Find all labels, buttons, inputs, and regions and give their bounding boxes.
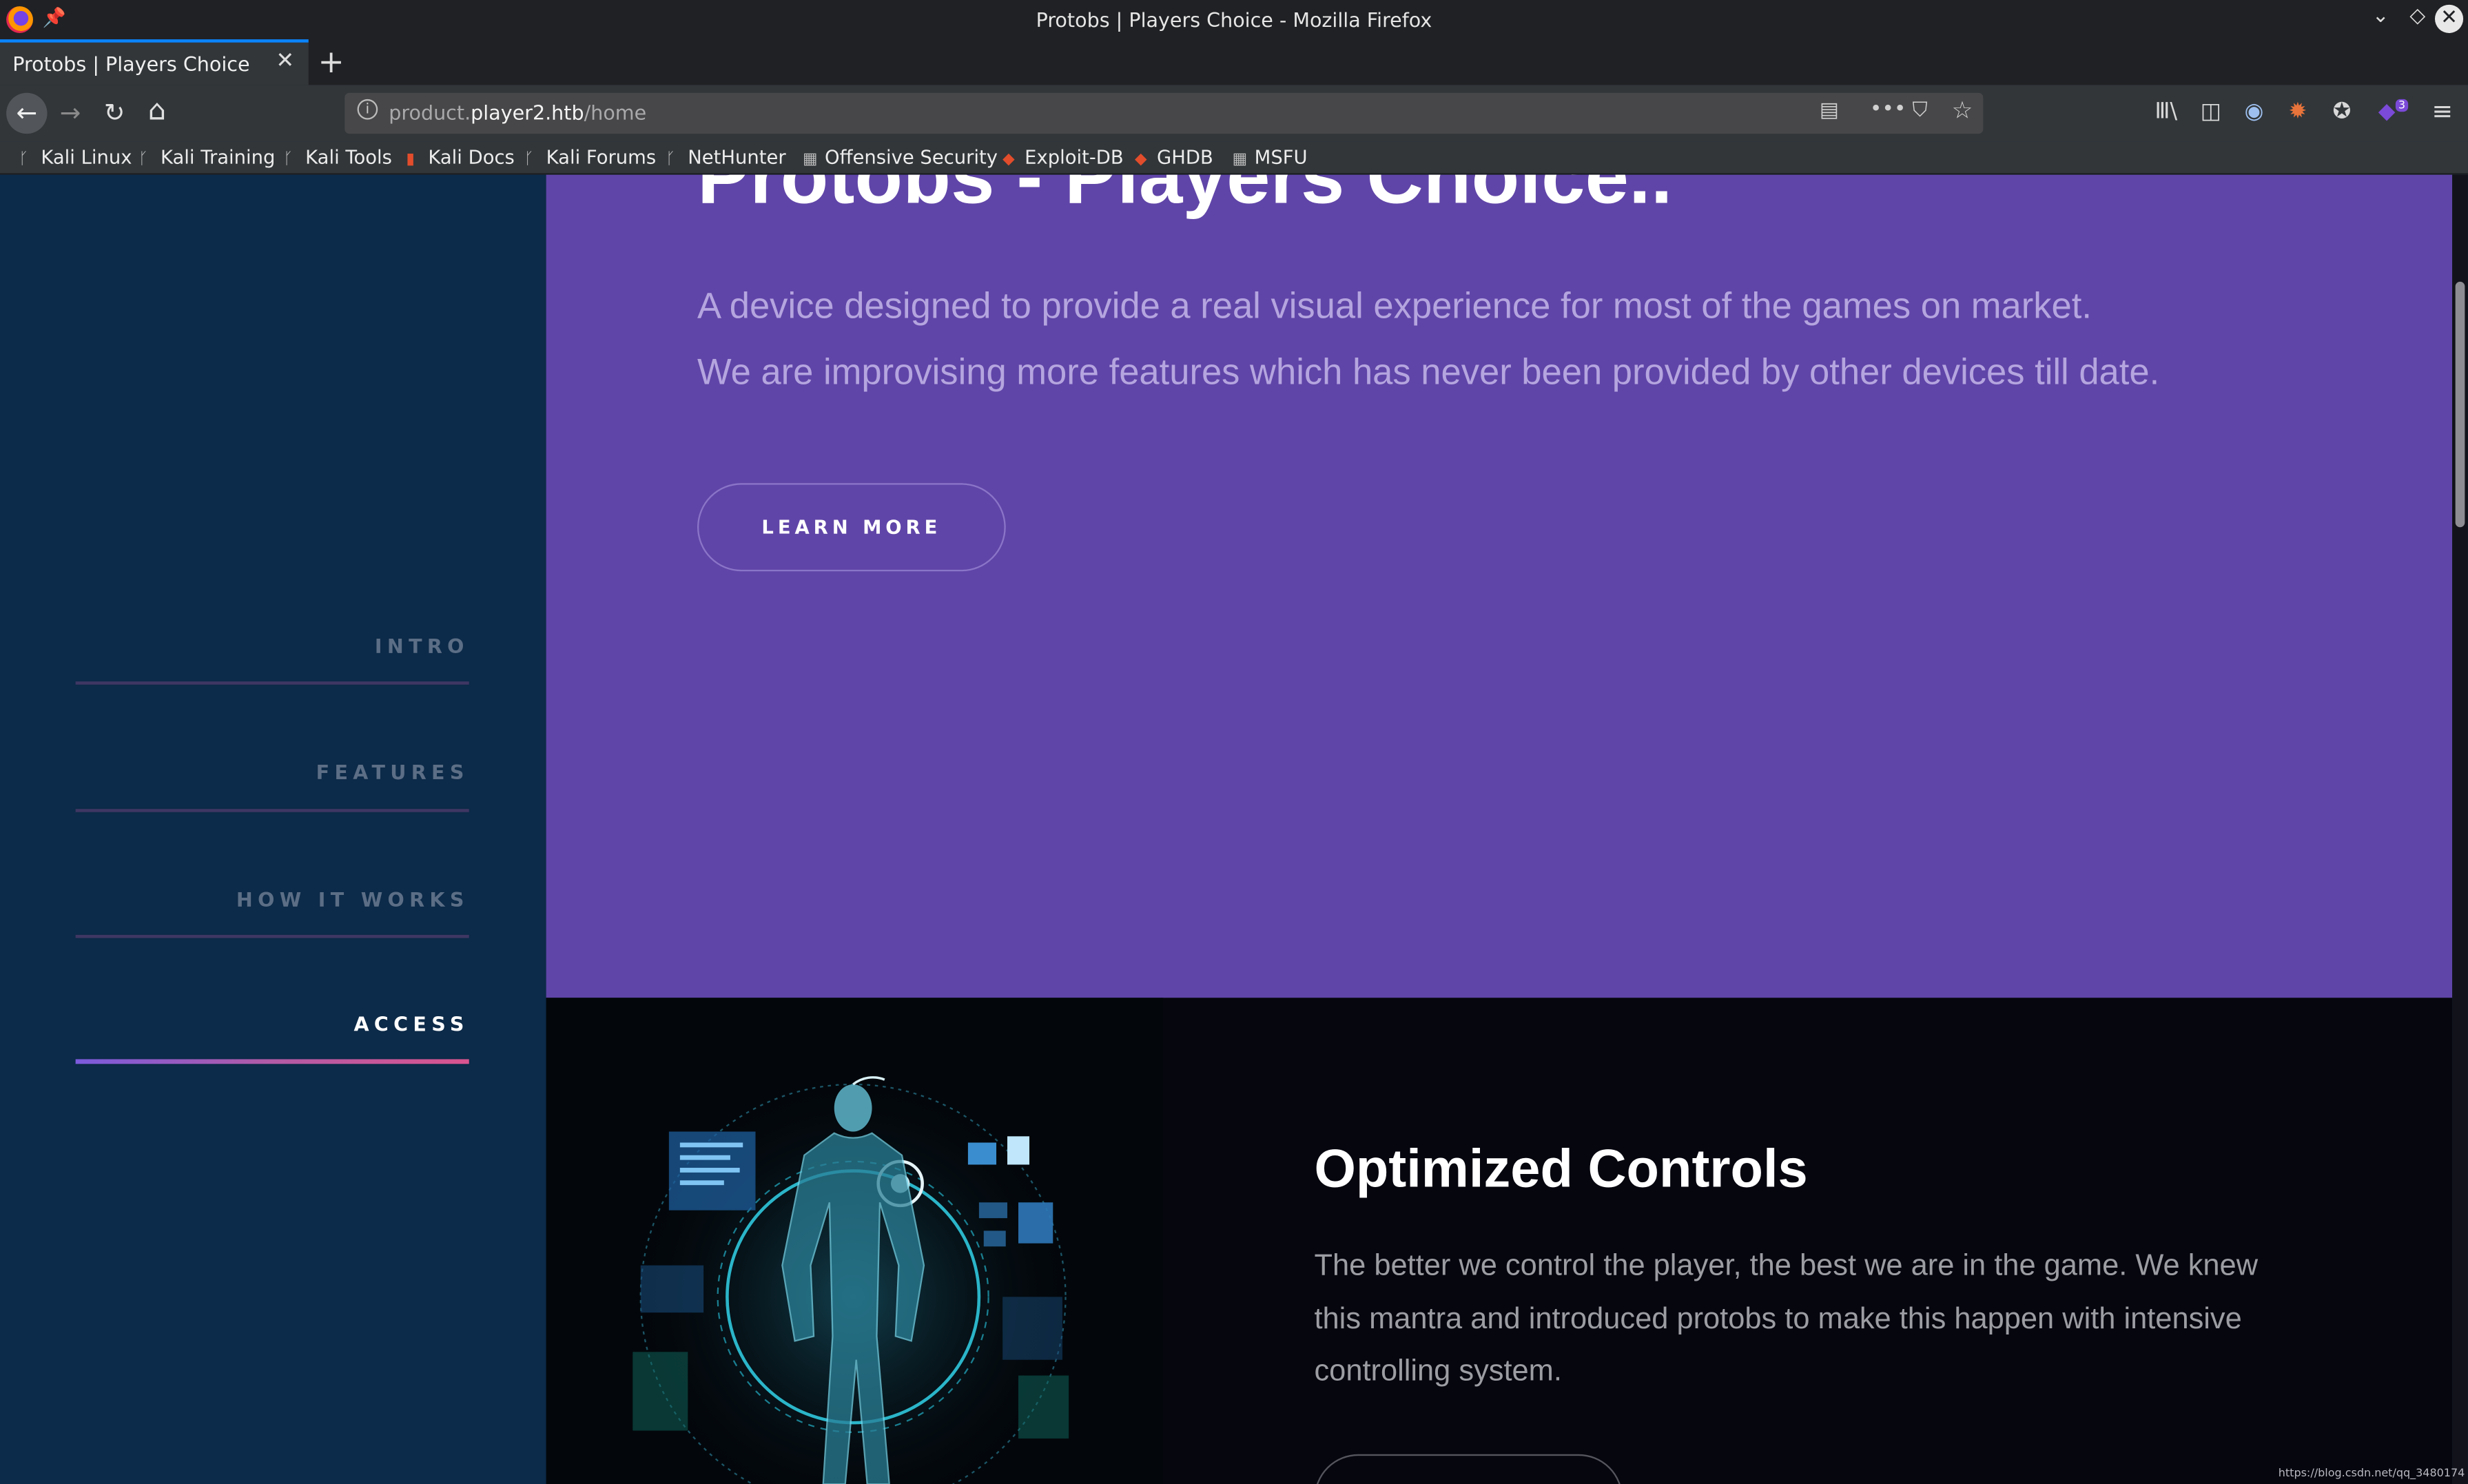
url-text[interactable]: product.player2.htb/home — [389, 101, 646, 124]
dragon-icon: ᚴ — [524, 151, 534, 169]
sidebar-nav: INTRO FEATURES HOW IT WORKS ACCESS — [0, 174, 546, 1484]
sidebar-item-how-it-works[interactable]: HOW IT WORKS — [76, 887, 469, 911]
tab-protobs[interactable]: Protobs | Players Choice ✕ — [0, 39, 309, 85]
sidebar-divider — [75, 809, 469, 812]
hologram-body-image — [546, 998, 1164, 1484]
tab-close-icon[interactable]: ✕ — [276, 49, 294, 74]
tab-label: Protobs | Players Choice — [12, 52, 250, 76]
bookmark-msfu[interactable]: ▦ MSFU — [1233, 146, 1308, 168]
offsec-icon: ▦ — [803, 151, 818, 169]
library-icon[interactable]: Ⅲ\ — [2155, 99, 2177, 125]
page-scrollbar[interactable] — [2452, 174, 2468, 1484]
pocket-icon[interactable]: ⛉ — [1913, 99, 1928, 123]
hero-title: Protobs - Players Choice.. — [697, 174, 1673, 220]
new-tab-button[interactable]: + — [318, 43, 344, 81]
sidebar-divider — [75, 934, 469, 938]
exploitdb-icon: ◆ — [1002, 151, 1015, 169]
forward-button[interactable]: → — [60, 98, 81, 127]
offsec-icon: ▦ — [1232, 151, 1248, 169]
bookmark-kali-training[interactable]: ᚴ Kali Training — [138, 146, 275, 168]
dragon-icon: ᚴ — [666, 151, 676, 169]
extension-icon[interactable]: ✹ — [2289, 99, 2307, 125]
sidebar-item-features[interactable]: FEATURES — [76, 760, 469, 783]
hero-section: Protobs - Players Choice.. A device desi… — [546, 174, 2453, 998]
sidebar-item-intro[interactable]: INTRO — [76, 635, 469, 658]
bookmarks-toolbar: ᚴ Kali Linux ᚴ Kali Training ᚴ Kali Tools ▮… — [0, 141, 2468, 175]
minimize-icon[interactable]: ⌄ — [2372, 5, 2389, 28]
bookmark-ghdb[interactable]: ◆ GHDB — [1135, 146, 1213, 168]
features-button[interactable] — [1314, 1454, 1623, 1484]
reload-button[interactable]: ↻ — [104, 98, 125, 127]
reader-view-icon[interactable]: ▤ — [1820, 99, 1839, 123]
navigation-toolbar: ← → ↻ ⌂ i product.player2.htb/home ▤ •••… — [0, 85, 2468, 142]
bookmark-star-icon[interactable]: ☆ — [1952, 96, 1973, 124]
sidebar-active-indicator — [75, 1059, 469, 1064]
tab-strip: Protobs | Players Choice ✕ + — [0, 39, 2468, 85]
features-description: The better we control the player, the be… — [1314, 1249, 2259, 1388]
url-bar[interactable]: i product.player2.htb/home ▤ ••• ⛉ ☆ — [345, 92, 1984, 134]
hero-description-line1: A device designed to provide a real visu… — [697, 285, 2092, 326]
ghdb-icon: ◆ — [1135, 151, 1147, 169]
docs-icon: ▮ — [406, 151, 415, 169]
bookmark-kali-docs[interactable]: ▮ Kali Docs — [406, 146, 514, 168]
bookmark-kali-tools[interactable]: ᚴ Kali Tools — [283, 146, 392, 168]
sidebar-divider — [75, 681, 469, 685]
extension-badge-icon[interactable]: ◆ 3 — [2378, 99, 2409, 124]
dragon-icon: ᚴ — [283, 151, 293, 169]
extension-icon[interactable]: ✪ — [2332, 99, 2351, 125]
window-titlebar: 📌 Protobs | Players Choice - Mozilla Fir… — [0, 0, 2468, 40]
bookmark-kali-forums[interactable]: ᚴ Kali Forums — [524, 146, 656, 168]
dragon-icon: ᚴ — [138, 151, 148, 169]
dragon-icon: ᚴ — [19, 151, 29, 169]
web-page: INTRO FEATURES HOW IT WORKS ACCESS Proto… — [0, 174, 2468, 1484]
bookmark-offensive-security[interactable]: ▦ Offensive Security — [803, 146, 998, 168]
bookmark-exploit-db[interactable]: ◆ Exploit-DB — [1002, 146, 1124, 168]
bookmark-kali-linux[interactable]: ᚴ Kali Linux — [19, 146, 132, 168]
hero-description-line2: We are improvising more features which h… — [697, 351, 2160, 392]
close-window-button[interactable]: ✕ — [2434, 4, 2464, 33]
bookmark-nethunter[interactable]: ᚴ NetHunter — [666, 146, 785, 168]
back-button[interactable]: ← — [6, 92, 48, 134]
sidebar-item-access[interactable]: ACCESS — [76, 1012, 469, 1035]
page-actions-icon[interactable]: ••• — [1870, 98, 1906, 121]
features-section: Optimized Controls The better we control… — [546, 998, 2453, 1484]
menu-icon[interactable]: ≡ — [2431, 96, 2453, 125]
site-info-icon[interactable]: i — [357, 99, 378, 120]
window-title: Protobs | Players Choice - Mozilla Firef… — [1036, 8, 1432, 32]
features-title: Optimized Controls — [1314, 1139, 1808, 1199]
account-icon[interactable]: ◉ — [2245, 99, 2264, 125]
home-button[interactable]: ⌂ — [148, 94, 166, 127]
learn-more-button[interactable]: LEARN MORE — [697, 483, 1006, 572]
status-url: https://blog.csdn.net/qq_3480174 — [2278, 1467, 2465, 1480]
maximize-icon[interactable]: ◇ — [2409, 5, 2425, 28]
scrollbar-thumb[interactable] — [2455, 281, 2465, 528]
sidebar-toggle-icon[interactable]: ◫ — [2201, 99, 2221, 125]
